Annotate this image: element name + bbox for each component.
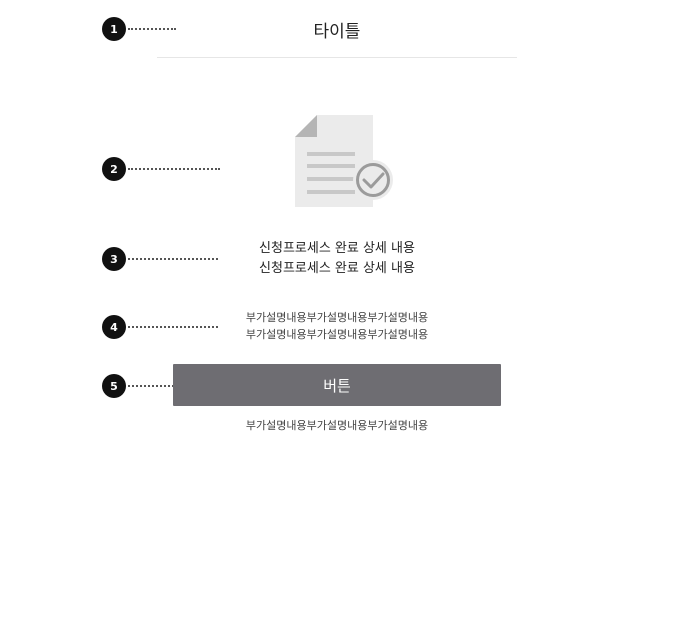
- document-check-icon: [293, 114, 393, 210]
- completion-detail-text: 신청프로세스 완료 상세 내용 신청프로세스 완료 상세 내용: [157, 239, 517, 279]
- annotation-marker-1: 1: [102, 17, 126, 41]
- primary-button[interactable]: 버튼: [173, 364, 501, 406]
- page-title: 타이틀: [313, 22, 361, 42]
- additional-description-line: 부가설명내용부가설명내용부가설명내용: [245, 311, 429, 324]
- title-divider: [157, 57, 517, 58]
- annotation-marker-2: 2: [102, 157, 126, 181]
- additional-description-text: 부가설명내용부가설명내용부가설명내용 부가설명내용부가설명내용부가설명내용: [157, 309, 517, 343]
- additional-description-line: 부가설명내용부가설명내용부가설명내용: [245, 328, 429, 341]
- footer-description-text: 부가설명내용부가설명내용부가설명내용: [245, 419, 429, 432]
- annotation-marker-5: 5: [102, 374, 126, 398]
- annotation-marker-3: 3: [102, 247, 126, 271]
- annotation-marker-4: 4: [102, 315, 126, 339]
- annotation-leader-2: [128, 168, 220, 170]
- completion-detail-line: 신청프로세스 완료 상세 내용: [259, 261, 415, 276]
- completion-detail-line: 신청프로세스 완료 상세 내용: [259, 241, 415, 256]
